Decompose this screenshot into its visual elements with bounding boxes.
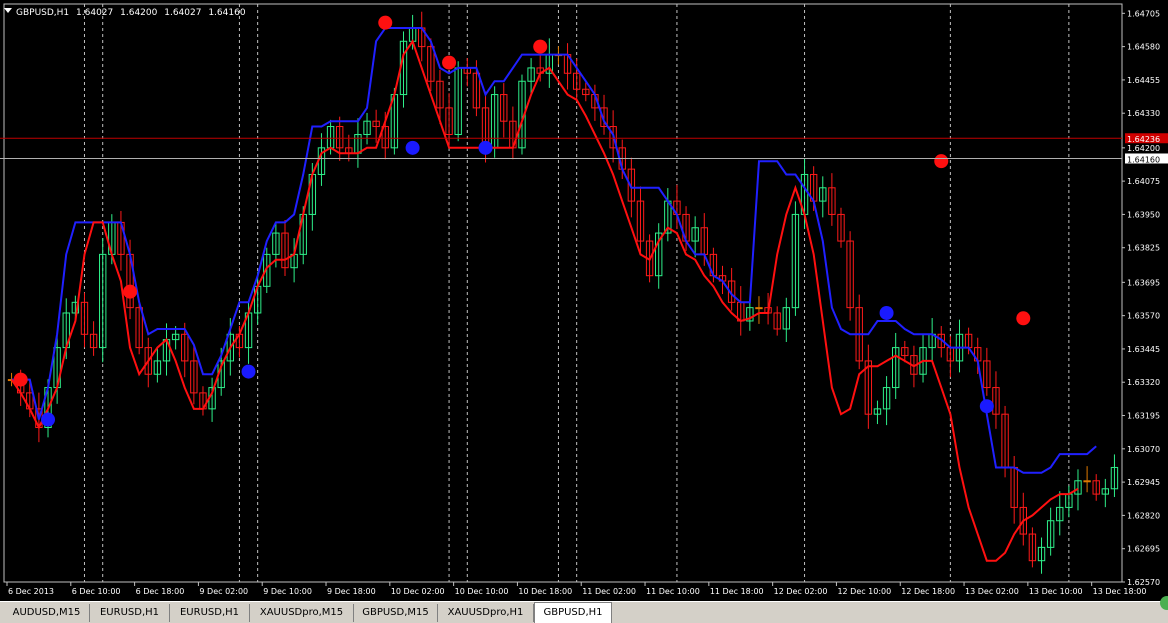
y-tick-label: 1.63070 [1127,445,1160,454]
x-tick-label: 6 Dec 10:00 [72,587,121,596]
y-tick-label: 1.63195 [1127,412,1160,421]
bottom-signal-dot [879,305,894,320]
y-tick-label: 1.63825 [1127,244,1160,253]
top-signal-dot [442,55,457,70]
candle-body [755,307,763,310]
x-tick-label: 11 Dec 10:00 [646,587,700,596]
y-tick-label: 1.63445 [1127,345,1160,354]
y-tick-label: 1.63570 [1127,312,1160,321]
x-tick-label: 10 Dec 10:00 [455,587,509,596]
tab-xauusdpro-h1[interactable]: XAUUSDpro,H1 [438,604,534,622]
chart-tab-bar: AUDUSD,M15 EURUSD,H1 EURUSD,H1 XAUUSDpro,M1… [0,596,1168,623]
ohlc-open: 1.64027 [76,8,113,18]
x-tick-label: 6 Dec 18:00 [136,587,185,596]
x-tick-label: 12 Dec 02:00 [774,587,828,596]
tab-eurusd-h1[interactable]: EURUSD,H1 [90,604,170,622]
top-signal-dot [934,154,949,169]
top-signal-dot [13,372,28,387]
x-tick-label: 13 Dec 02:00 [965,587,1019,596]
top-signal-dot [123,284,138,299]
tab-gbpusd-m15[interactable]: GBPUSD,M15 [354,604,438,622]
ask-price-label: 1.64160 [1127,155,1160,164]
chart-symbol-title: GBPUSD,H1 [16,8,69,18]
x-tick-label: 9 Dec 18:00 [327,587,376,596]
x-tick-label: 10 Dec 18:00 [518,587,572,596]
ohlc-low: 1.64027 [164,8,201,18]
y-tick-label: 1.64580 [1127,43,1160,52]
ohlc-high: 1.64200 [120,8,157,18]
x-tick-label: 11 Dec 02:00 [582,587,636,596]
y-tick-label: 1.62945 [1127,478,1160,487]
bottom-signal-dot [405,140,420,155]
chart-background [0,0,1168,601]
y-tick-label: 1.62695 [1127,545,1160,554]
corner-indicator-icon [1160,596,1168,610]
x-tick-label: 11 Dec 18:00 [710,587,764,596]
y-tick-label: 1.63950 [1127,210,1160,219]
candle-body [1083,480,1091,483]
top-signal-dot [378,15,393,30]
y-tick-label: 1.64075 [1127,177,1160,186]
x-tick-label: 13 Dec 10:00 [1029,587,1083,596]
x-tick-label: 6 Dec 2013 [8,587,54,596]
x-tick-label: 9 Dec 10:00 [263,587,312,596]
tab-xauusdpro-m15[interactable]: XAUUSDpro,M15 [250,604,354,622]
x-tick-label: 13 Dec 18:00 [1093,587,1147,596]
top-signal-dot [533,39,548,54]
x-tick-label: 9 Dec 02:00 [199,587,248,596]
tab-gbpusd-h1[interactable]: GBPUSD,H1 [534,602,612,623]
bottom-signal-dot [979,399,994,414]
bottom-signal-dot [241,364,256,379]
chart-header: GBPUSD,H1 1.64027 1.64200 1.64027 1.6416… [4,8,246,18]
y-tick-label: 1.63320 [1127,378,1160,387]
x-tick-label: 12 Dec 10:00 [837,587,891,596]
x-tick-label: 12 Dec 18:00 [901,587,955,596]
y-tick-label: 1.62570 [1127,578,1160,587]
y-tick-label: 1.64705 [1127,9,1160,18]
price-chart[interactable]: 1.642361.64160 1.647051.645801.644551.64… [0,0,1168,623]
bottom-signal-dot [478,140,493,155]
y-tick-label: 1.63695 [1127,278,1160,287]
y-tick-label: 1.64330 [1127,109,1160,118]
tab-eurusd-h1[interactable]: EURUSD,H1 [170,604,250,622]
y-tick-label: 1.64455 [1127,76,1160,85]
svg-text:GBPUSD,H1 1.64027: GBPUSD,H1 1.64027 1.64200 1.64027 1.6416… [16,8,246,18]
x-tick-label: 10 Dec 02:00 [391,587,445,596]
bottom-signal-dot [41,412,56,427]
tab-audusd-m15[interactable]: AUDUSD,M15 [4,604,90,622]
y-tick-label: 1.64200 [1127,144,1160,153]
y-tick-label: 1.62820 [1127,511,1160,520]
top-signal-dot [1016,311,1031,326]
ohlc-close: 1.64160 [208,8,245,18]
